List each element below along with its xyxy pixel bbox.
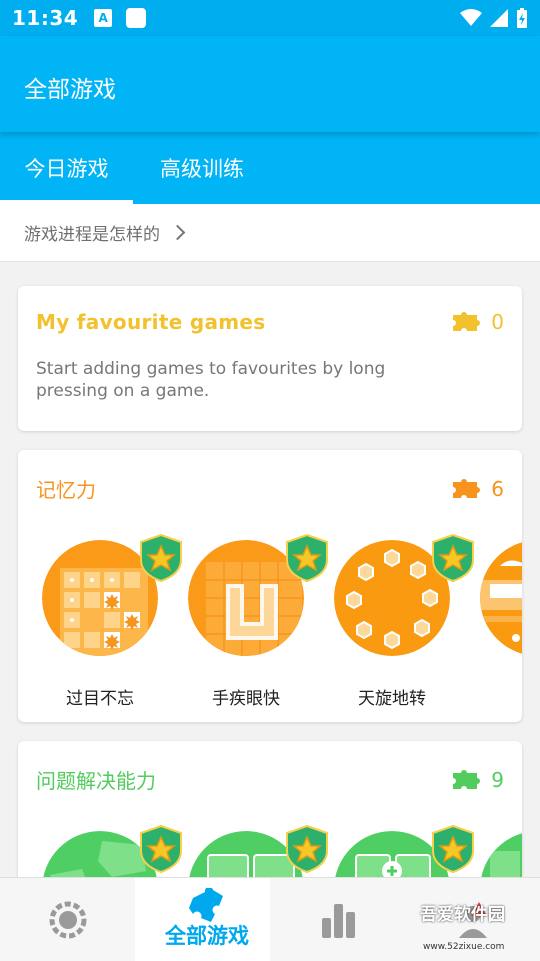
problem-solving-category-title: 问题解决能力 (36, 769, 156, 793)
problem-solving-category-count-value: 9 (491, 767, 504, 792)
game-name: 天旋地转 (358, 689, 426, 709)
battery-charging-icon (517, 8, 527, 28)
bar-chart-icon (321, 904, 355, 938)
app-notification-icon (126, 8, 147, 28)
tab-today-games[interactable]: 今日游戏 (0, 132, 133, 204)
favourite-games-card[interactable]: My favourite games 0 Start adding games … (18, 286, 522, 431)
star-shield-badge-icon (286, 534, 328, 582)
nav-all-games-label: 全部游戏 (165, 924, 249, 948)
status-bar: 11:34 A (0, 0, 540, 36)
star-shield-badge-icon (286, 825, 328, 873)
accessibility-notification-icon: A (94, 9, 113, 27)
tab-bar: 今日游戏 高级训练 (0, 132, 540, 204)
favourite-games-description: Start adding games to favourites by long… (36, 359, 386, 401)
game-progress-link[interactable]: 游戏进程是怎样的 (0, 204, 540, 262)
tab-label: 高级训练 (160, 157, 244, 181)
tab-label: 今日游戏 (24, 157, 109, 181)
problem-solving-category-count: 9 (451, 768, 504, 792)
favourite-games-header: My favourite games 0 (36, 310, 504, 334)
puzzle-piece-icon (453, 312, 481, 331)
app-bar: 全部游戏 (0, 36, 540, 132)
watermark-site: www.52zixue.com (423, 942, 505, 952)
nav-all-games[interactable]: 全部游戏 (135, 878, 270, 961)
watermark-brand: 吾爱软件园 (420, 905, 505, 925)
favourite-games-title: My favourite games (36, 310, 266, 334)
chevron-right-icon (169, 224, 186, 241)
memory-games-row: 过目不忘 手疾眼快 天旋地转 (18, 534, 522, 710)
wifi-icon (460, 9, 482, 26)
star-shield-badge-icon (140, 534, 182, 582)
nav-stats[interactable] (270, 878, 405, 961)
game-progress-label: 游戏进程是怎样的 (24, 225, 160, 245)
game-name: 多地 (474, 684, 522, 709)
favourite-games-count: 0 (451, 310, 504, 334)
daily-training-icon (49, 901, 86, 939)
puzzle-piece-icon (453, 478, 481, 498)
puzzle-piece-icon (453, 769, 481, 789)
star-shield-badge-icon (432, 825, 474, 873)
memory-category-title: 记忆力 (36, 478, 96, 502)
favourite-games-count-value: 0 (491, 310, 504, 334)
page-title: 全部游戏 (24, 77, 116, 103)
memory-category-count: 6 (451, 477, 504, 501)
memory-category-count-value: 6 (491, 476, 504, 501)
app-screen: 11:34 A 全部游戏 今日游戏 高级训练 游戏进程是怎样的 My favou… (0, 0, 540, 961)
nav-daily[interactable] (0, 878, 135, 961)
game-name: 过目不忘 (66, 689, 134, 709)
status-time: 11:34 (12, 6, 79, 30)
problem-solving-category-header: 问题解决能力 9 (36, 765, 504, 794)
cell-signal-icon (490, 9, 508, 27)
tab-advanced-training[interactable]: 高级训练 (133, 132, 271, 204)
game-name: 手疾眼快 (212, 689, 280, 709)
star-shield-badge-icon (432, 534, 474, 582)
star-shield-badge-icon (140, 825, 182, 873)
memory-category-card: 记忆力 6 过目不忘 手疾眼快 天旋地转 (18, 450, 522, 722)
train-landscape-game-icon (480, 540, 522, 656)
memory-category-header: 记忆力 6 (36, 474, 504, 503)
